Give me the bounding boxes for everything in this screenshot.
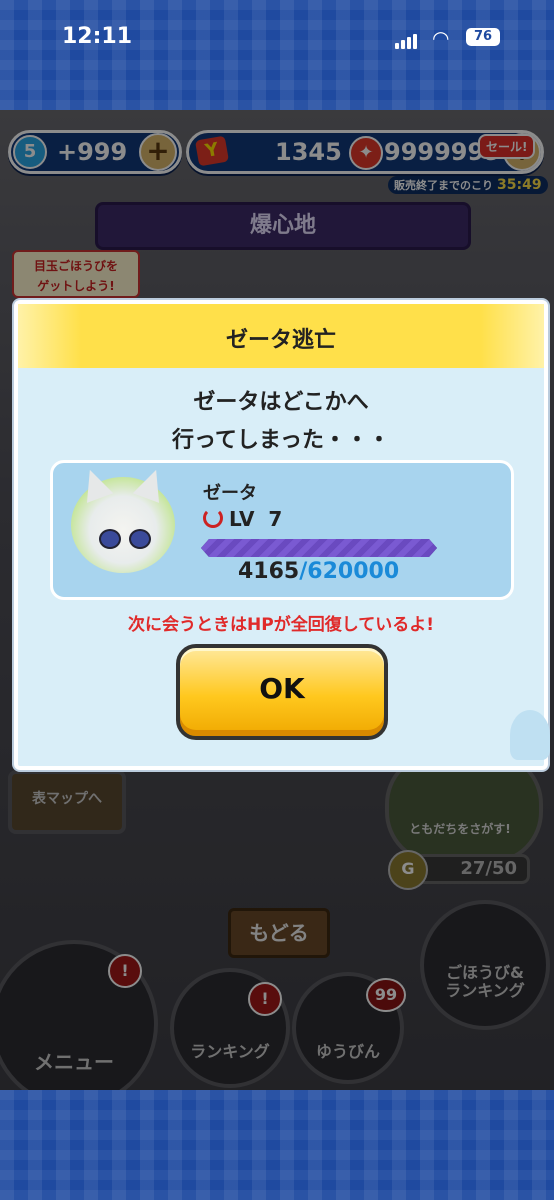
wifi-icon: ◠ <box>432 26 450 50</box>
exp-text: 4165/620000 <box>238 559 399 584</box>
dialog-message: ゼータはどこかへ 行ってしまった・・・ <box>18 384 544 460</box>
dialog-title: ゼータ逃亡 <box>225 328 336 353</box>
character-name: ゼータ <box>203 483 257 504</box>
exp-bar <box>201 539 437 557</box>
avatar-left-eye <box>99 529 121 549</box>
exp-max: 620000 <box>307 559 400 584</box>
signal-icon <box>395 30 419 49</box>
avatar-left-ear <box>76 465 114 503</box>
avatar-right-ear <box>132 465 170 503</box>
status-bar: 12:11 ◠ 76 <box>0 0 554 110</box>
avatar-right-eye <box>129 529 151 549</box>
level-label: LV <box>229 507 255 531</box>
exp-current: 4165 <box>238 559 300 584</box>
ok-button[interactable]: OK <box>176 644 388 740</box>
character-card: ゼータ LV 7 4165/620000 <box>50 460 514 600</box>
dialog-message-line1: ゼータはどこかへ <box>193 390 369 415</box>
escape-dialog: ゼータ逃亡 ゼータはどこかへ 行ってしまった・・・ ゼータ LV 7 4165/… <box>14 300 550 770</box>
cloud-decoration <box>510 710 550 760</box>
hp-recovery-note: 次に会うときはHPが全回復しているよ! <box>128 615 434 635</box>
dialog-message-line2: 行ってしまった・・・ <box>171 428 391 453</box>
bottom-frame <box>0 1090 554 1200</box>
character-level: LV 7 <box>203 507 282 531</box>
clock: 12:11 <box>62 24 133 49</box>
game-screen: 5 +999 + Y 1345 ✦ 9999999 + セール! 販売終了までの… <box>0 110 554 1090</box>
character-avatar <box>71 465 175 573</box>
level-icon <box>203 508 223 528</box>
level-value: 7 <box>268 507 283 531</box>
exp-bar-fill <box>201 539 437 557</box>
battery-indicator: 76 <box>466 28 500 46</box>
